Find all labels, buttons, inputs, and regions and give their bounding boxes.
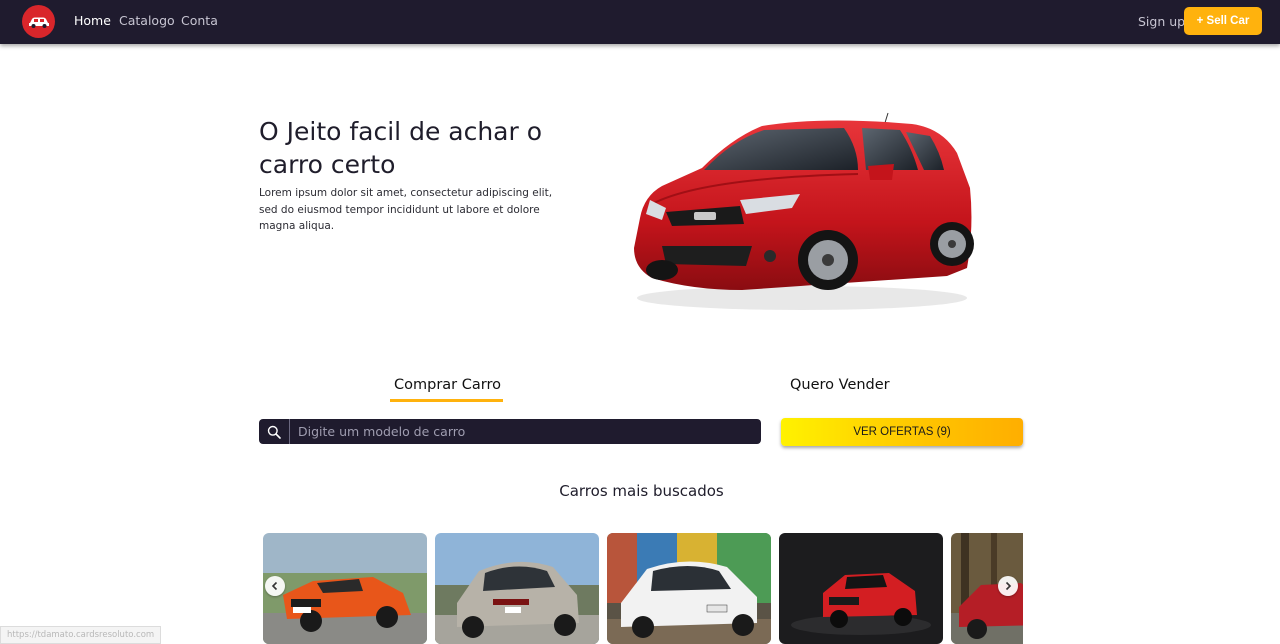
most-searched-title: Carros mais buscados (559, 482, 724, 500)
signup-link[interactable]: Sign up (1138, 14, 1185, 29)
nav-link-conta[interactable]: Conta (181, 13, 218, 28)
tab-quero-vender[interactable]: Quero Vender (790, 377, 890, 393)
ver-ofertas-button[interactable]: VER OFERTAS (9) (781, 418, 1023, 446)
car-card[interactable] (607, 533, 771, 644)
search-bar (259, 419, 761, 444)
car-card[interactable] (435, 533, 599, 644)
sell-car-button[interactable]: + Sell Car (1184, 7, 1262, 35)
carousel-next-button[interactable] (998, 576, 1018, 596)
orange-suv-convertible-image (263, 533, 427, 644)
carousel-prev-button[interactable] (265, 576, 285, 596)
car-card[interactable] (779, 533, 943, 644)
car-card[interactable] (263, 533, 427, 644)
hero-title: O Jeito facil de achar o carro certo (259, 117, 543, 179)
hero-description: Lorem ipsum dolor sit amet, consectetur … (259, 187, 553, 232)
search-input[interactable] (290, 419, 761, 444)
red-pickup-dark-image (779, 533, 943, 644)
status-bar-url: https://tdamato.cardsresoluto.com (0, 626, 162, 644)
top-navbar: Home Catalogo Conta Sign up + Sell Car (0, 0, 1280, 44)
chevron-right-icon (1005, 581, 1012, 591)
active-tab-indicator (390, 399, 503, 402)
white-sedan-graffiti-image (607, 533, 771, 644)
red-hatchback-car-image (622, 108, 978, 320)
car-logo-icon[interactable] (22, 5, 55, 38)
search-icon[interactable] (259, 419, 290, 444)
nav-link-home[interactable]: Home (74, 13, 111, 28)
silver-hatchback-image (435, 533, 599, 644)
chevron-left-icon (271, 581, 278, 591)
tab-comprar-carro[interactable]: Comprar Carro (394, 377, 501, 393)
car-carousel (263, 533, 1023, 644)
nav-link-catalogo[interactable]: Catalogo (119, 13, 175, 28)
